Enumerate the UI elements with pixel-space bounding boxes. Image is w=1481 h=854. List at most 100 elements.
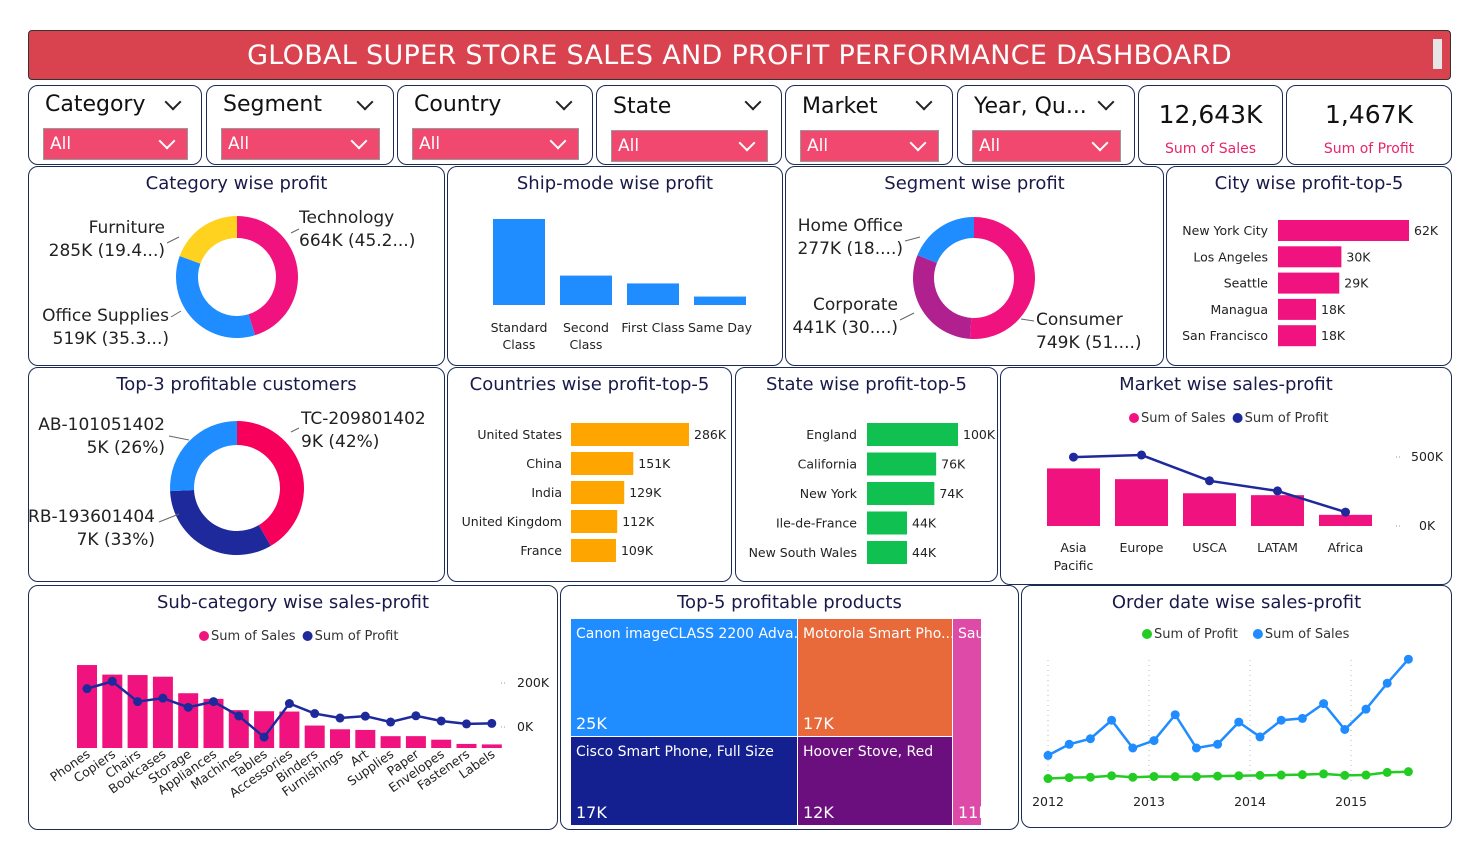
- slice-label: Consumer: [1036, 310, 1123, 330]
- countries-profit-card[interactable]: Countries wise profit-top-5 United State…: [447, 367, 732, 582]
- order-date-line-chart[interactable]: Sum of Profit Sum of Sales 2012 2013 2014 201…: [1022, 586, 1450, 825]
- shipmode-profit-bar-chart[interactable]: Standard Class Second Class First Class Same …: [448, 167, 781, 363]
- slicer-year-quarter[interactable]: Year, Qu... All: [957, 85, 1135, 165]
- slicer-market[interactable]: Market All: [785, 85, 953, 165]
- slicer-category-dropdown[interactable]: All: [43, 128, 188, 160]
- legend-marker: [199, 631, 209, 641]
- category-label: Seattle: [1224, 276, 1269, 291]
- leader-line: [290, 228, 300, 234]
- subcategory-sales-profit-combo-chart[interactable]: Sum of Sales Sum of Profit200K0KPhonesCop…: [29, 586, 556, 827]
- bar: [493, 219, 545, 305]
- treemap-label: Canon imageCLASS 2200 Adva...: [576, 626, 807, 642]
- value-label: 151K: [638, 456, 671, 471]
- top-products-treemap[interactable]: Canon imageCLASS 2200 Adva... 25K Motorola…: [561, 586, 1017, 827]
- value-label: 18K: [1321, 328, 1346, 343]
- legend-label: Sum of Profit: [1245, 411, 1329, 426]
- sales-line: [1047, 658, 1410, 757]
- segment-profit-donut[interactable]: Consumer 749K (51....) Corporate 441K (30..…: [786, 167, 1162, 363]
- kpi-profit-label: Sum of Profit: [1323, 141, 1415, 157]
- slice-label: 519K (35.3...): [53, 329, 169, 349]
- value-label: 18K: [1321, 302, 1346, 317]
- x-tick-label: Second: [563, 320, 609, 335]
- order-date-sales-profit-card[interactable]: Order date wise sales-profit Sum of Prof…: [1021, 585, 1452, 828]
- slicer-state-dropdown[interactable]: All: [611, 130, 768, 162]
- slicer-year-quarter-dropdown[interactable]: All: [972, 130, 1121, 162]
- countries-profit-bar-chart[interactable]: United States 286K China 151K India 129K Unite…: [448, 368, 730, 579]
- slicer-country-dropdown[interactable]: All: [412, 128, 579, 160]
- chevron-down-icon[interactable]: [744, 93, 762, 111]
- chevron-down-icon[interactable]: [1097, 93, 1115, 111]
- subcategory-sales-profit-card[interactable]: Sub-category wise sales-profit Sum of Sa…: [28, 585, 558, 830]
- chevron-down-icon[interactable]: [356, 93, 374, 111]
- slicer-market-dropdown[interactable]: All: [800, 130, 939, 162]
- category-label: New York City: [1182, 223, 1268, 238]
- donut-slice: [175, 256, 256, 338]
- sales-point: [1043, 750, 1053, 760]
- leader-line: [899, 312, 915, 321]
- category-label: United Kingdom: [462, 514, 562, 529]
- slicer-category[interactable]: Category All: [28, 85, 202, 165]
- chevron-down-icon[interactable]: [549, 132, 567, 150]
- kpi-sales-label: Sum of Sales: [1164, 141, 1257, 157]
- slicer-segment[interactable]: Segment All: [206, 85, 394, 165]
- sales-bar: [77, 665, 97, 748]
- value-label: 62K: [1414, 223, 1439, 238]
- customers-profit-donut[interactable]: TC-209801402 9K (42%) RB-193601404 7K (33%)…: [29, 368, 443, 579]
- chevron-down-icon[interactable]: [738, 134, 756, 152]
- slicer-segment-label: Segment: [223, 92, 322, 117]
- chevron-down-icon[interactable]: [158, 132, 176, 150]
- slice-label: Home Office: [798, 216, 903, 236]
- value-label: 100K: [963, 427, 996, 442]
- banner-scroll-handle[interactable]: [1433, 39, 1442, 69]
- slice-label: Corporate: [813, 295, 898, 315]
- chevron-down-icon[interactable]: [1091, 134, 1109, 152]
- category-label: France: [520, 543, 562, 558]
- category-label: California: [798, 457, 857, 472]
- state-profit-card[interactable]: State wise profit-top-5 England 100K Calif…: [735, 367, 998, 582]
- bar: [867, 541, 908, 564]
- bar: [867, 482, 935, 505]
- x-tick-label: 2015: [1335, 794, 1367, 809]
- customers-profit-card[interactable]: Top-3 profitable customers TC-209801402 9…: [28, 367, 445, 582]
- slicer-state[interactable]: State All: [596, 85, 782, 165]
- treemap-label: Hoover Stove, Red: [803, 744, 933, 760]
- treemap-label: Motorola Smart Pho...: [803, 626, 954, 642]
- category-profit-donut[interactable]: Technology 664K (45.2...) Office Supplies 5…: [29, 167, 443, 363]
- kpi-sales-card: 12,643K Sum of Sales: [1138, 85, 1283, 165]
- city-profit-bar-chart[interactable]: New York City 62K Los Angeles 30K Seattle 29K…: [1167, 167, 1450, 363]
- legend-marker: [1252, 629, 1263, 639]
- state-profit-bar-chart[interactable]: England 100K California 76K New York 74K Ile-d…: [736, 368, 996, 579]
- chevron-down-icon[interactable]: [909, 134, 927, 152]
- legend-marker: [1142, 629, 1152, 639]
- profit-point: [310, 709, 320, 719]
- donut-slice: [237, 421, 304, 546]
- value-label: 30K: [1346, 249, 1371, 264]
- bar: [867, 452, 937, 476]
- chevron-down-icon[interactable]: [164, 93, 182, 111]
- sales-bar: [152, 676, 173, 748]
- profit-point: [284, 699, 294, 709]
- chevron-down-icon[interactable]: [555, 93, 573, 111]
- slicer-segment-dropdown[interactable]: All: [221, 128, 380, 160]
- leader-line: [904, 236, 921, 242]
- profit-point: [234, 711, 244, 721]
- market-sales-profit-combo-chart[interactable]: Sum of Sales Sum of Profit 500K 0K Asia Pacif…: [1001, 368, 1450, 582]
- shipmode-profit-card[interactable]: Ship-mode wise profit Standard Class Secon…: [447, 166, 783, 366]
- segment-profit-card[interactable]: Segment wise profit Consumer 749K (51....…: [785, 166, 1164, 366]
- treemap-value: 17K: [803, 714, 834, 733]
- sales-point: [1149, 736, 1159, 746]
- legend-marker: [302, 631, 313, 641]
- chevron-down-icon[interactable]: [350, 132, 368, 150]
- market-sales-profit-card[interactable]: Market wise sales-profit Sum of Sales Sum…: [1000, 367, 1452, 585]
- slice-label: AB-101051402: [38, 415, 165, 435]
- category-profit-card[interactable]: Category wise profit Technology 664K (45.…: [28, 166, 445, 366]
- legend-label: Sum of Profit: [315, 629, 399, 644]
- chevron-down-icon[interactable]: [915, 93, 933, 111]
- top-products-card[interactable]: Top-5 profitable products Canon imageCLA…: [560, 585, 1019, 830]
- sales-bar: [1047, 468, 1100, 526]
- slice-label: Technology: [298, 208, 394, 228]
- city-profit-card[interactable]: City wise profit-top-5 New York City 62K L…: [1166, 166, 1452, 366]
- x-tick-label: Africa: [1328, 540, 1364, 555]
- x-tick-label: Europe: [1120, 540, 1164, 555]
- slicer-country[interactable]: Country All: [397, 85, 593, 165]
